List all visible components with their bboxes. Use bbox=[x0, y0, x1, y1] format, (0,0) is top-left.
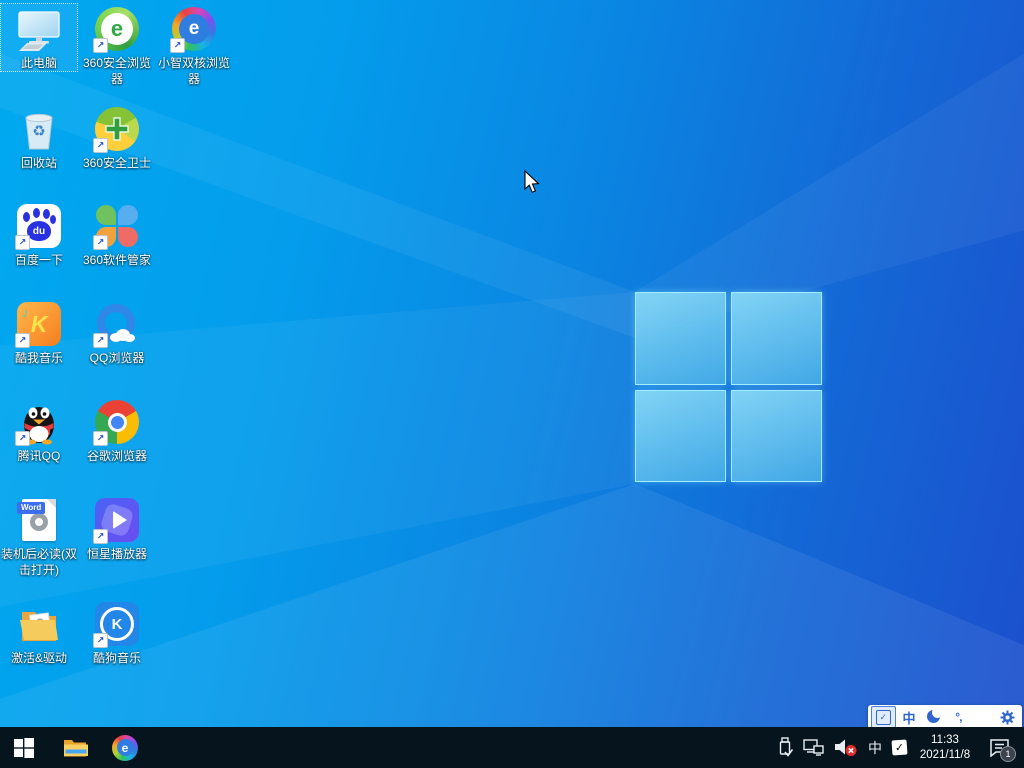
shortcut-arrow-icon: ↗ bbox=[15, 235, 30, 250]
shortcut-arrow-icon: ↗ bbox=[93, 38, 108, 53]
qq-browser-icon: ↗ bbox=[93, 301, 140, 348]
this-pc-icon bbox=[16, 6, 62, 52]
shortcut-arrow-icon: ↗ bbox=[15, 333, 30, 348]
windows-logo bbox=[635, 292, 822, 482]
desktop-icon-360-browser[interactable]: e ↗ 360安全浏览器 bbox=[79, 4, 155, 87]
icon-label: 360软件管家 bbox=[82, 253, 152, 267]
icon-label: 此电脑 bbox=[20, 56, 57, 70]
kuwo-music-icon: ♪ K ↗ bbox=[15, 301, 62, 348]
ime-punctuation-button[interactable]: °, bbox=[947, 707, 970, 727]
shortcut-arrow-icon: ↗ bbox=[93, 138, 108, 153]
music-note-glyph: ♪ bbox=[22, 305, 29, 320]
360-software-manager-icon: ↗ bbox=[93, 203, 140, 250]
clock-date: 2021/11/8 bbox=[919, 748, 971, 761]
ime-mode-label: 中 bbox=[902, 710, 916, 726]
windows-logo-pane bbox=[731, 389, 822, 482]
ime-fullwidth-button[interactable] bbox=[922, 707, 945, 727]
icon-label: 回收站 bbox=[20, 156, 57, 170]
icon-label: 酷狗音乐 bbox=[92, 651, 141, 665]
browser-taskbar-button[interactable]: e bbox=[101, 727, 149, 768]
shortcut-arrow-icon: ↗ bbox=[170, 38, 185, 53]
desktop-icon-star-player[interactable]: ↗ 恒星播放器 bbox=[79, 495, 155, 562]
check-icon: ✓ bbox=[891, 739, 908, 756]
taskbar-clock[interactable]: 11:33 2021/11/8 bbox=[917, 733, 973, 763]
desktop-icon-tencent-qq[interactable]: ↗ 腾讯QQ bbox=[1, 397, 77, 464]
chrome-icon: ↗ bbox=[93, 399, 140, 446]
desktop-icon-360-software-manager[interactable]: ↗ 360软件管家 bbox=[79, 201, 155, 268]
recycle-symbol: ♻ bbox=[32, 123, 46, 140]
ime-mode-button[interactable]: 中 bbox=[898, 707, 921, 727]
notification-badge: 1 bbox=[1000, 746, 1016, 762]
shortcut-arrow-icon: ↗ bbox=[15, 431, 30, 446]
word-tag: Word bbox=[17, 502, 46, 514]
shortcut-arrow-icon: ↗ bbox=[93, 235, 108, 250]
browser-icon: e bbox=[112, 734, 138, 761]
taskbar: e 中 ✓ 11:33 2021/11/8 1 bbox=[0, 727, 1024, 768]
windows-logo-pane bbox=[731, 292, 822, 385]
system-tray: 中 ✓ 11:33 2021/11/8 1 bbox=[777, 727, 1024, 768]
desktop-icon-activation-folder[interactable]: 激活&驱动 bbox=[1, 599, 77, 666]
icon-label: 腾讯QQ bbox=[17, 449, 61, 463]
du-glyph: du bbox=[27, 221, 51, 241]
shortcut-arrow-icon: ↗ bbox=[93, 431, 108, 446]
star-player-icon: ↗ bbox=[93, 497, 140, 544]
volume-muted-icon[interactable] bbox=[834, 738, 858, 757]
ime-account-button[interactable] bbox=[972, 707, 995, 727]
desktop-icon-baidu[interactable]: du ↗ 百度一下 bbox=[1, 201, 77, 268]
icon-label: 谷歌浏览器 bbox=[86, 449, 147, 463]
icon-label: 装机后必读(双击打开) bbox=[1, 547, 77, 578]
usb-device-icon[interactable] bbox=[777, 737, 793, 758]
windows-logo-pane bbox=[635, 389, 726, 482]
windows-start-icon bbox=[14, 737, 34, 758]
desktop-icon-360-safe-guard[interactable]: ↗ 360安全卫士 bbox=[79, 104, 155, 171]
gear-icon bbox=[1000, 710, 1015, 724]
icon-label: QQ浏览器 bbox=[89, 351, 145, 365]
desktop-icon-kugou-music[interactable]: K ↗ 酷狗音乐 bbox=[79, 599, 155, 666]
windows-desktop: 此电脑 e ↗ 360安全浏览器 e ↗ 小智双核浏览器 ♻ 回收站 ↗ 360… bbox=[0, 0, 1024, 768]
moon-icon bbox=[926, 710, 941, 724]
ime-language-indicator[interactable]: 中 bbox=[868, 738, 882, 758]
readme-doc-icon: Word bbox=[16, 497, 62, 543]
file-explorer-icon bbox=[64, 739, 88, 756]
folder-icon bbox=[16, 601, 62, 647]
desktop-icon-qq-browser[interactable]: ↗ QQ浏览器 bbox=[79, 299, 155, 366]
ime-tray-icon[interactable]: ✓ bbox=[891, 739, 908, 756]
recycle-bin-icon: ♻ bbox=[16, 106, 62, 152]
ime-settings-button[interactable] bbox=[996, 707, 1019, 727]
icon-label: 激活&驱动 bbox=[10, 651, 67, 665]
ime-toolbar[interactable]: ✓ 中 °, bbox=[868, 705, 1022, 729]
icon-label: 小智双核浏览器 bbox=[157, 56, 230, 87]
shortcut-arrow-icon: ↗ bbox=[93, 529, 108, 544]
desktop-icon-readme-doc[interactable]: Word 装机后必读(双击打开) bbox=[1, 495, 77, 578]
network-icon[interactable] bbox=[803, 739, 824, 756]
ime-logo-icon: ✓ bbox=[875, 709, 891, 725]
icon-label: 百度一下 bbox=[14, 253, 63, 267]
icon-label: 360安全浏览器 bbox=[82, 56, 152, 87]
360-safe-guard-icon: ↗ bbox=[93, 106, 140, 153]
start-button[interactable] bbox=[0, 727, 48, 768]
baidu-icon: du ↗ bbox=[15, 203, 62, 250]
shortcut-arrow-icon: ↗ bbox=[93, 633, 108, 648]
xiaozhi-browser-icon: e ↗ bbox=[170, 6, 217, 53]
punctuation-icon: °, bbox=[955, 710, 962, 724]
desktop-icon-recycle-bin[interactable]: ♻ 回收站 bbox=[1, 104, 77, 171]
kugou-music-icon: K ↗ bbox=[93, 601, 140, 648]
desktop-icon-this-pc[interactable]: 此电脑 bbox=[0, 2, 78, 73]
k-glyph: K bbox=[30, 310, 48, 337]
file-explorer-button[interactable] bbox=[51, 727, 99, 768]
windows-logo-pane bbox=[635, 292, 726, 385]
ime-logo-button[interactable]: ✓ bbox=[871, 706, 896, 728]
shortcut-arrow-icon: ↗ bbox=[93, 333, 108, 348]
icon-label: 酷我音乐 bbox=[14, 351, 63, 365]
desktop-icon-chrome[interactable]: ↗ 谷歌浏览器 bbox=[79, 397, 155, 464]
action-center-button[interactable]: 1 bbox=[989, 738, 1016, 762]
icon-label: 恒星播放器 bbox=[86, 547, 147, 561]
tencent-qq-icon: ↗ bbox=[15, 399, 62, 446]
clock-time: 11:33 bbox=[931, 733, 959, 746]
360-browser-icon: e ↗ bbox=[93, 6, 140, 53]
desktop-icon-xiaozhi-browser[interactable]: e ↗ 小智双核浏览器 bbox=[156, 4, 232, 87]
desktop-icon-kuwo-music[interactable]: ♪ K ↗ 酷我音乐 bbox=[1, 299, 77, 366]
icon-label: 360安全卫士 bbox=[82, 156, 152, 170]
